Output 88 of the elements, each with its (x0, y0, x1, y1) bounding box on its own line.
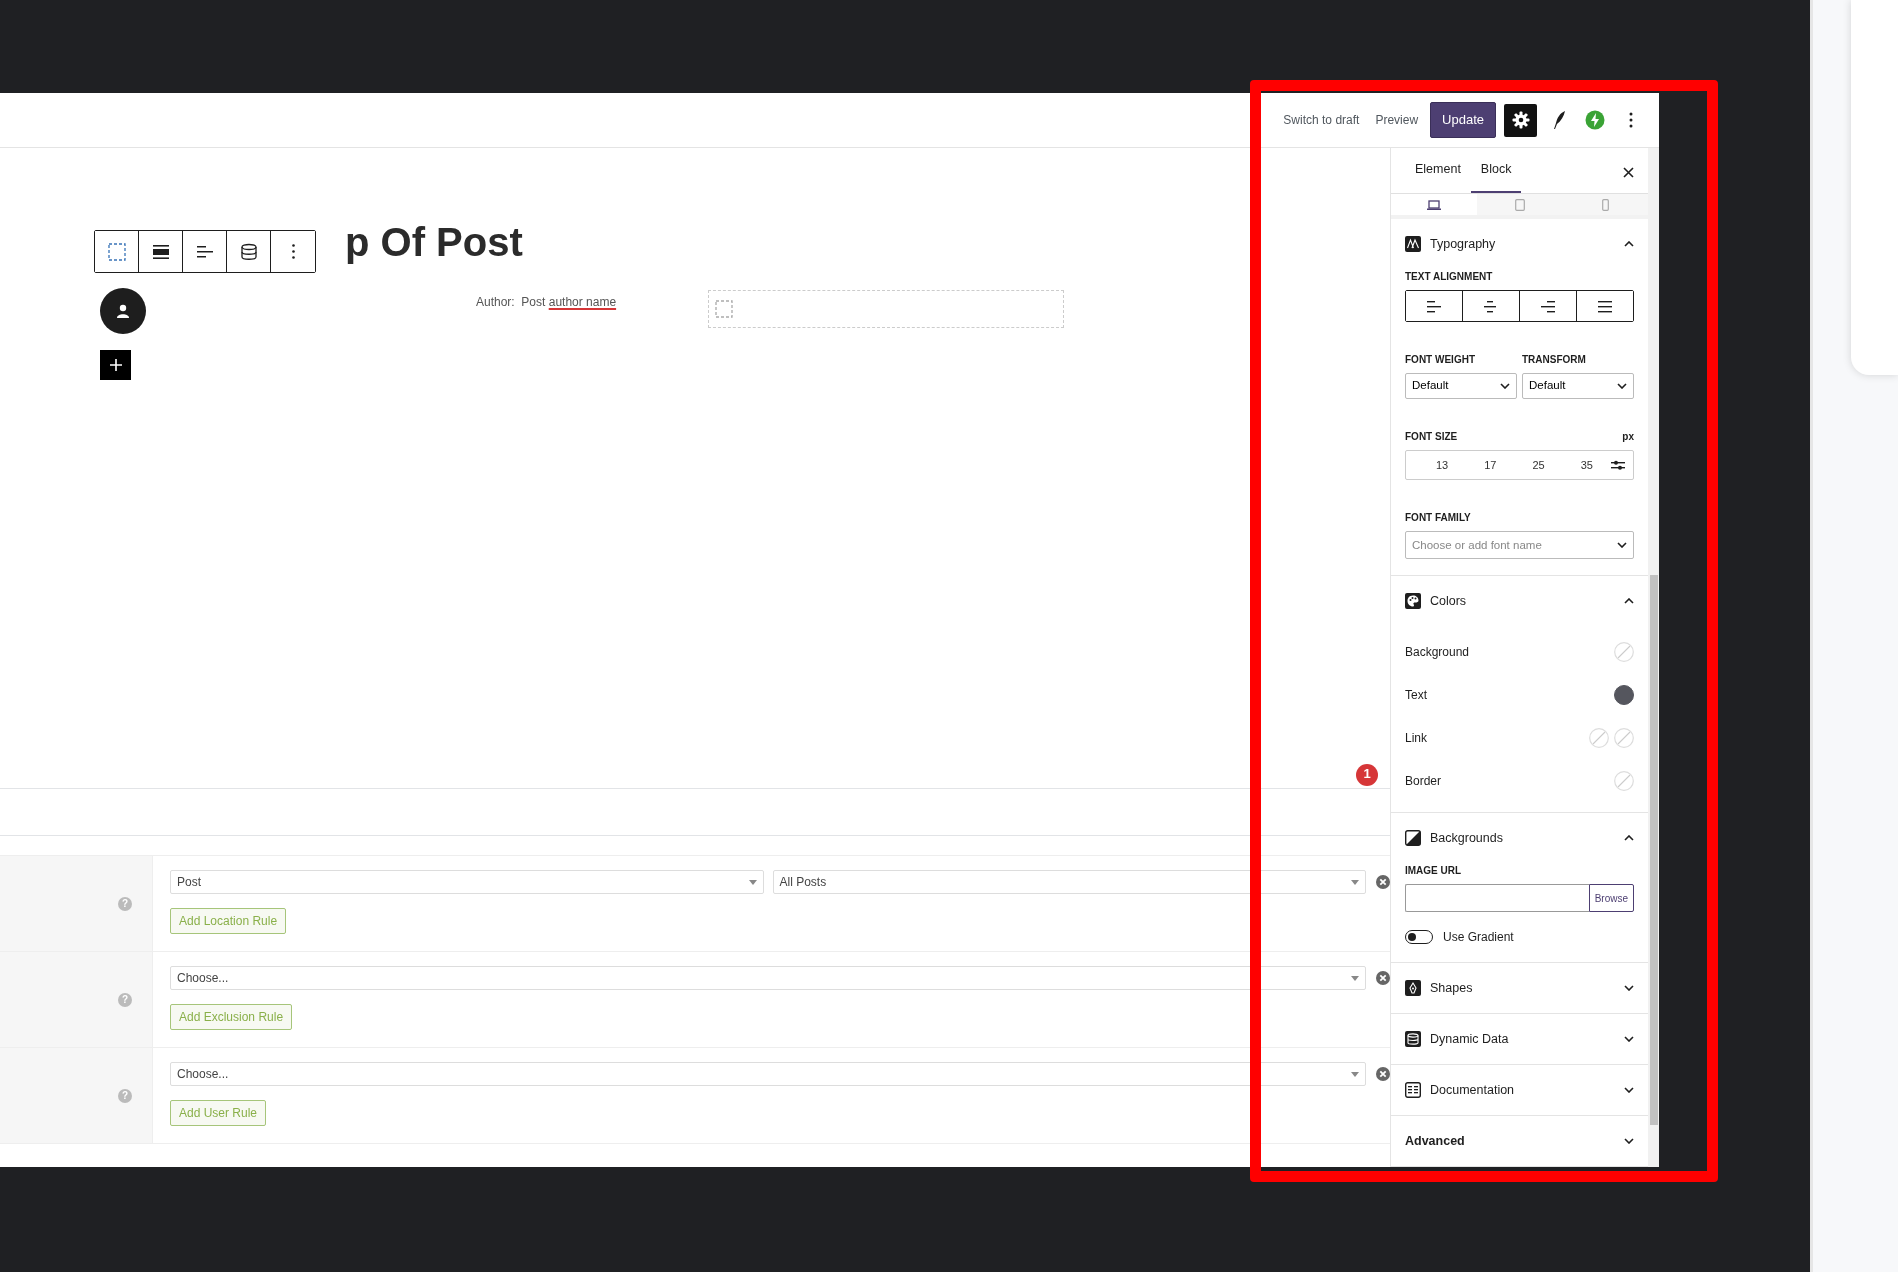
laptop-icon (1426, 199, 1441, 210)
scrollbar[interactable] (1648, 148, 1659, 1167)
toggle-switch[interactable] (1405, 930, 1433, 944)
plus-icon (109, 359, 122, 371)
remove-icon (1376, 875, 1390, 889)
toolbar-link[interactable]: Preview (1371, 105, 1423, 135)
field-label: FONT FAMILY (1405, 511, 1472, 525)
close-icon (1623, 167, 1634, 179)
field-label: TRANSFORM (1522, 353, 1587, 367)
dropdown-arrow-icon (748, 879, 757, 885)
size-preset[interactable]: 13 (1418, 456, 1467, 474)
scroll-thumb[interactable] (1650, 575, 1658, 1125)
font-weight-select[interactable]: Default (1405, 373, 1517, 399)
size-preset[interactable]: 35 (1562, 456, 1611, 474)
bolt-icon (1585, 110, 1605, 130)
empty-swatch-icon[interactable] (1589, 727, 1609, 748)
align-justify-icon (1597, 299, 1613, 313)
chevron-down-icon (1617, 542, 1627, 548)
color-label: Background (1405, 643, 1470, 661)
pen-nib-icon (1405, 980, 1421, 996)
color-label: Text (1405, 686, 1427, 704)
settings-button[interactable] (1504, 103, 1537, 137)
dashed-square-icon (715, 300, 734, 318)
panel-header[interactable]: Typography (1405, 219, 1634, 269)
align-right-icon (1540, 299, 1556, 313)
field-label: FONT SIZE (1405, 430, 1458, 444)
color-label: Link (1405, 729, 1427, 747)
update-button[interactable]: Update (1430, 102, 1496, 138)
more-icon (291, 244, 295, 259)
field-label: FONT WEIGHT (1405, 353, 1476, 367)
feather-icon (1551, 110, 1567, 130)
panel-header[interactable]: Documentation (1405, 1065, 1634, 1115)
database-icon (239, 242, 258, 261)
select-field[interactable]: Choose... (170, 966, 1366, 990)
field-label: IMAGE URL (1405, 864, 1463, 878)
size-preset[interactable]: 17 (1466, 456, 1515, 474)
empty-swatch-icon[interactable] (1614, 641, 1634, 662)
dashed-square-icon (107, 242, 126, 261)
panel-header[interactable]: Backgrounds (1405, 813, 1634, 863)
book-icon (1405, 1082, 1421, 1098)
more-icon (1629, 112, 1633, 128)
remove-icon (1376, 1067, 1390, 1081)
field-label: TEXT ALIGNMENT (1405, 270, 1494, 284)
author-text: Author: Post author name (476, 294, 617, 311)
sliders-icon (1611, 459, 1625, 471)
font-size-field[interactable]: 13 17 25 35 (1405, 450, 1634, 480)
half-square-icon (1405, 830, 1421, 846)
sidebar-tab[interactable]: Element (1405, 148, 1471, 193)
dropdown-arrow-icon (1351, 879, 1359, 885)
dropdown-arrow-icon (1351, 975, 1359, 981)
color-label: Border (1405, 772, 1442, 790)
panel-header[interactable]: Advanced (1405, 1116, 1634, 1166)
select-block-button[interactable] (95, 231, 139, 272)
transform-select[interactable]: Default (1522, 373, 1634, 399)
panel-header[interactable]: Shapes (1405, 963, 1634, 1013)
toggle-label: Use Gradient (1443, 929, 1514, 946)
unit-label[interactable]: px (1622, 429, 1634, 444)
add-block-button[interactable] (100, 350, 131, 380)
chevron-down-icon (1500, 383, 1510, 389)
dropdown-arrow-icon (1351, 1071, 1359, 1077)
remove-icon (1376, 971, 1390, 985)
notification-badge: 1 (1356, 764, 1378, 786)
browse-button[interactable]: Browse (1588, 884, 1634, 912)
select-field[interactable]: Post (170, 870, 764, 894)
palette-icon (1405, 593, 1421, 609)
select-field[interactable]: Choose... (170, 1062, 1366, 1086)
panel-header[interactable]: Dynamic Data (1405, 1014, 1634, 1064)
select-field[interactable]: All Posts (772, 870, 1366, 894)
gear-icon (1511, 111, 1530, 129)
size-preset[interactable]: 25 (1514, 456, 1563, 474)
person-icon (116, 304, 130, 318)
image-url-field[interactable] (1405, 884, 1589, 912)
empty-swatch-icon[interactable] (1614, 727, 1634, 748)
color-swatch[interactable] (1614, 684, 1634, 705)
toolbar-link[interactable]: Switch to draft (1279, 105, 1364, 135)
align-left-icon (1426, 299, 1442, 313)
font-family-field[interactable]: Choose or add font name (1405, 531, 1634, 559)
align-bars-icon (151, 242, 170, 261)
database-icon (1405, 1031, 1421, 1047)
post-title: p Of Post (345, 219, 524, 266)
alignment-button[interactable] (1406, 291, 1463, 321)
chevron-down-icon (1617, 383, 1627, 389)
empty-swatch-icon[interactable] (1614, 770, 1634, 791)
tablet-icon (1514, 198, 1525, 211)
typography-icon (1405, 236, 1421, 252)
align-center-icon (1483, 299, 1499, 313)
panel-header[interactable]: Colors (1405, 576, 1634, 626)
phone-icon (1601, 198, 1609, 211)
